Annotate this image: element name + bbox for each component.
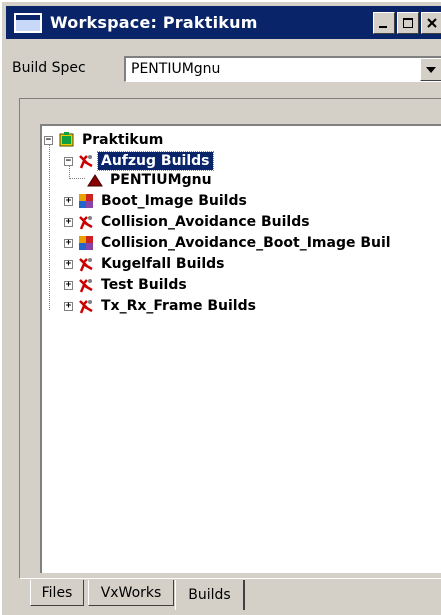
build-spec-select[interactable]: PENTIUMgnu (124, 56, 441, 82)
boot-image-builds-icon (79, 236, 93, 250)
window-icon (14, 12, 42, 33)
builds-icon (79, 216, 93, 230)
tree-node-label: Praktikum (82, 132, 164, 148)
tree-node-label: Kugelfall Builds (101, 256, 225, 272)
expand-toggle[interactable]: + (64, 217, 73, 227)
tab-builds[interactable]: Builds (175, 580, 245, 610)
collapse-toggle[interactable]: − (64, 156, 73, 166)
tree-connector (69, 178, 85, 179)
expand-toggle[interactable]: + (64, 280, 73, 290)
build-spec-row: Build Spec PENTIUMgnu (12, 56, 441, 82)
tree-node-tx-rx-frame-builds[interactable]: + Tx_Rx_Frame Builds (64, 296, 259, 316)
collapse-toggle[interactable]: − (44, 135, 53, 145)
maximize-button[interactable] (397, 11, 419, 34)
minimize-icon (379, 25, 387, 28)
tree-node-pentiumgnu[interactable]: PENTIUMgnu (86, 170, 215, 190)
tree-node-label: PENTIUMgnu (110, 172, 212, 188)
boot-image-builds-icon (79, 194, 93, 208)
tree-node-label: Test Builds (101, 277, 187, 293)
title-bar[interactable]: Workspace: Praktikum (6, 6, 441, 39)
close-button[interactable] (421, 11, 441, 34)
expand-toggle[interactable]: + (64, 238, 73, 248)
expand-toggle[interactable]: + (64, 301, 73, 311)
tree-node-label: Boot_Image Builds (101, 193, 247, 209)
build-spec-value: PENTIUMgnu (131, 61, 221, 77)
workspace-icon (59, 132, 74, 147)
builds-tree-view[interactable]: − Praktikum − Aufzug Builds PENTIUMgnu +… (40, 124, 441, 573)
expand-toggle[interactable]: + (64, 196, 73, 206)
tab-files[interactable]: Files (30, 580, 84, 606)
maximize-icon (403, 17, 413, 28)
tree-node-collision-avoidance-builds[interactable]: + Collision_Avoidance Builds (64, 212, 313, 232)
tree-connector (49, 140, 50, 310)
tree-node-kugelfall-builds[interactable]: + Kugelfall Builds (64, 254, 227, 274)
tree-node-label: Tx_Rx_Frame Builds (101, 298, 256, 314)
tab-vxworks[interactable]: VxWorks (88, 580, 174, 606)
tree-node-label: Aufzug Builds (97, 151, 214, 171)
builds-icon (79, 155, 93, 169)
close-icon (427, 17, 437, 28)
tree-node-aufzug-builds[interactable]: − Aufzug Builds (64, 151, 214, 171)
build-spec-label: Build Spec (12, 60, 86, 76)
chevron-down-icon (426, 66, 436, 73)
builds-icon (79, 279, 93, 293)
window-title: Workspace: Praktikum (50, 13, 258, 32)
tree-node-boot-image-builds[interactable]: + Boot_Image Builds (64, 191, 250, 211)
dropdown-button[interactable] (420, 58, 441, 81)
builds-icon (79, 258, 93, 272)
build-target-icon (87, 174, 103, 187)
workspace-window: Workspace: Praktikum Build Spec PENTIUMg… (0, 0, 441, 615)
tree-node-label: Collision_Avoidance Builds (101, 214, 310, 230)
tree-node-test-builds[interactable]: + Test Builds (64, 275, 190, 295)
tree-node-root[interactable]: − Praktikum (44, 130, 166, 150)
tree-node-collision-avoidance-boot-image-builds[interactable]: + Collision_Avoidance_Boot_Image Buil (64, 233, 394, 253)
tree-node-label: Collision_Avoidance_Boot_Image Buil (101, 235, 391, 251)
minimize-button[interactable] (373, 11, 395, 34)
expand-toggle[interactable]: + (64, 259, 73, 269)
builds-icon (79, 300, 93, 314)
